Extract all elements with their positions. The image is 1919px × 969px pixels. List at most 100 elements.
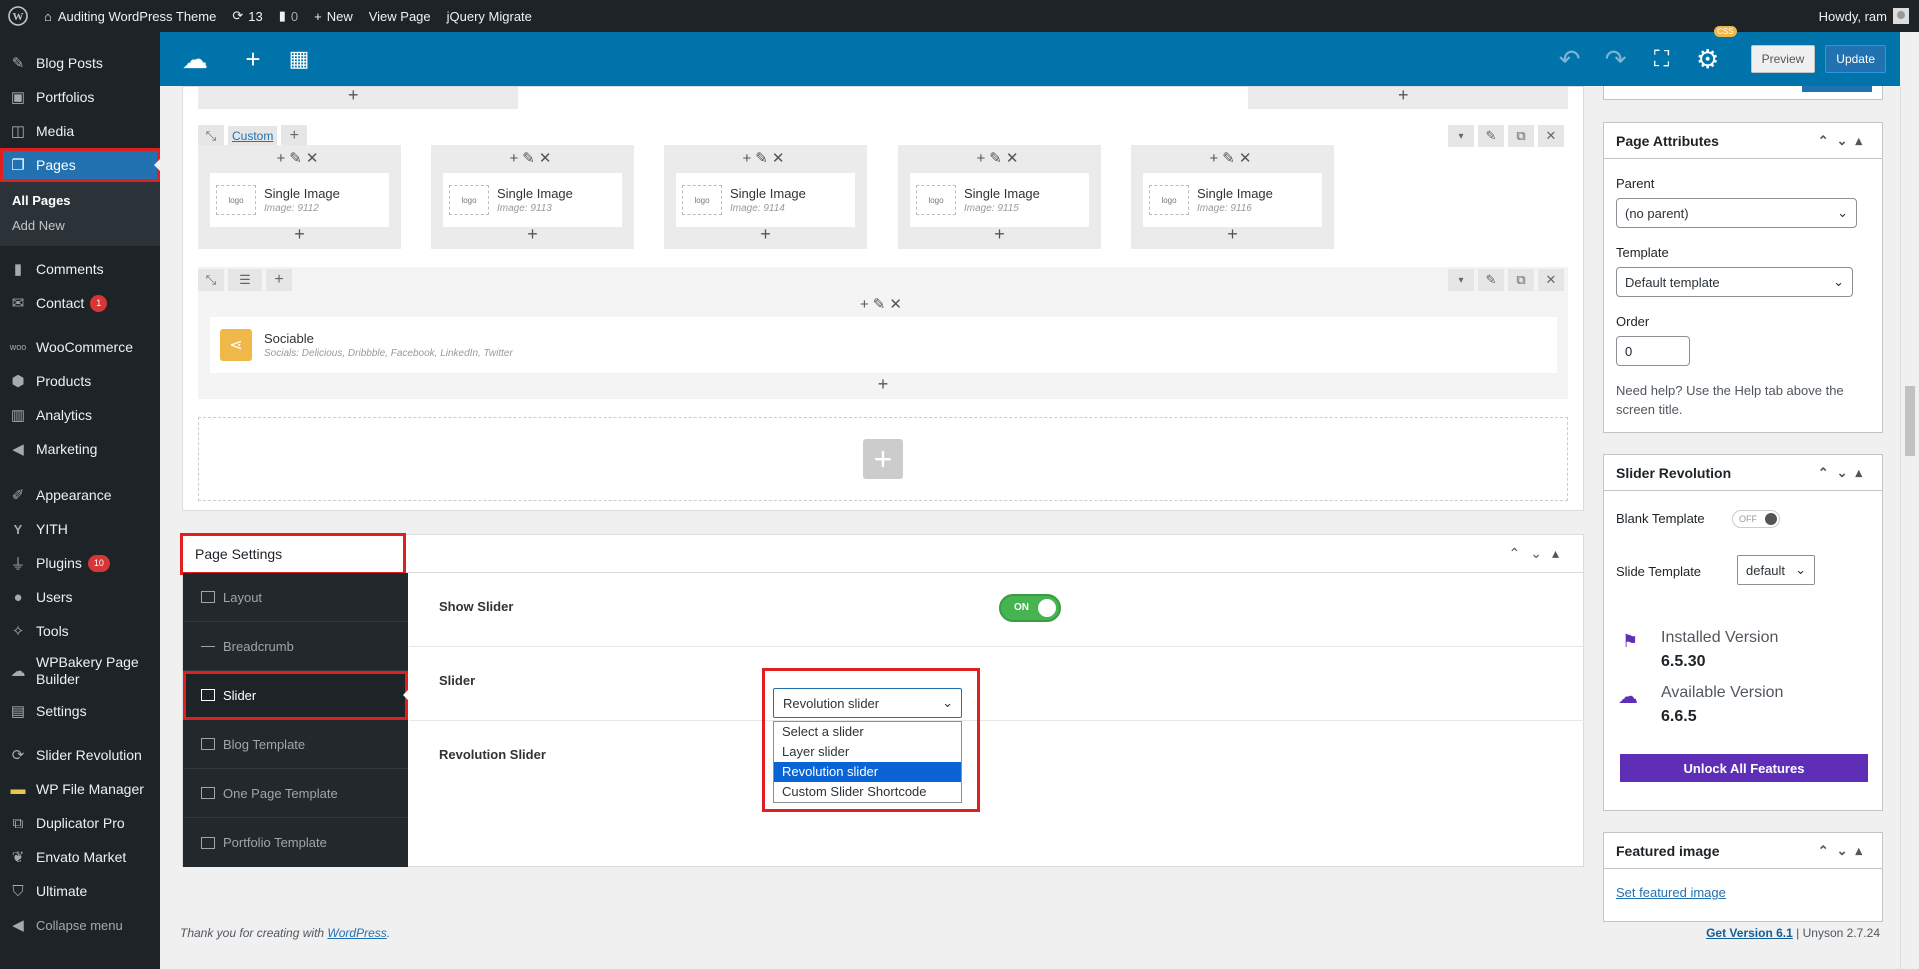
set-featured-image-link[interactable]: Set featured image [1616, 885, 1726, 900]
add-row-area[interactable]: + [198, 417, 1568, 501]
menu-analytics[interactable]: ▥ Analytics [0, 398, 160, 432]
page-settings-icon[interactable]: ⚙ CSS [1685, 26, 1737, 86]
slider-option[interactable]: Select a slider [774, 722, 961, 742]
menu-blog-posts[interactable]: ✎ Blog Posts [0, 46, 160, 80]
get-version-link[interactable]: Get Version 6.1 [1706, 926, 1793, 940]
new-content-link[interactable]: + New [306, 0, 361, 32]
fullscreen-icon[interactable]: ⛶ [1639, 32, 1685, 86]
add-element-icon[interactable]: + [898, 224, 1101, 245]
nav-layout[interactable]: Layout [183, 573, 408, 622]
clone-row-icon[interactable]: ⧉ [1508, 125, 1534, 147]
menu-portfolios[interactable]: ▣ Portfolios [0, 80, 160, 114]
clone-row-icon[interactable]: ⧉ [1508, 269, 1534, 291]
menu-envato-market[interactable]: ❦ Envato Market [0, 840, 160, 874]
collapse-menu-button[interactable]: ◀ Collapse menu [0, 908, 160, 942]
custom-layout-link[interactable]: Custom [228, 126, 278, 146]
layout-icon[interactable]: ☰ [228, 269, 262, 291]
scrollbar-thumb[interactable] [1905, 386, 1915, 456]
add-column-icon[interactable]: + [281, 125, 308, 147]
add-element-button[interactable]: + [230, 32, 276, 86]
delete-row-icon[interactable]: ✕ [1538, 269, 1564, 291]
single-image-element[interactable]: logo Single Image Image: 9114 [676, 173, 855, 227]
parent-select[interactable]: (no parent) ⌄ [1616, 198, 1857, 228]
comments-link[interactable]: ▮ 0 [271, 0, 306, 32]
submenu-add-new[interactable]: Add New [0, 213, 160, 238]
slider-select[interactable]: Revolution slider ⌄ [773, 688, 962, 718]
panel-order-arrows[interactable]: ⌃⌄▴ [1509, 545, 1570, 562]
edit-row-icon[interactable]: ✎ [1478, 125, 1504, 147]
move-row-icon[interactable]: ⤡ [198, 269, 224, 291]
slider-option[interactable]: Layer slider [774, 742, 961, 762]
column-controls[interactable]: +✎✕ [664, 149, 867, 167]
unlock-all-features-button[interactable]: Unlock All Features [1620, 754, 1868, 782]
menu-comments[interactable]: ▮ Comments [0, 252, 160, 286]
box-order-arrows[interactable]: ⌃⌄▴ [1818, 133, 1870, 149]
menu-marketing[interactable]: ◀ Marketing [0, 432, 160, 466]
toggle-row-icon[interactable]: ▾ [1448, 125, 1474, 147]
wordpress-link[interactable]: WordPress [327, 926, 386, 940]
page-scrollbar[interactable] [1900, 86, 1919, 969]
nav-breadcrumb[interactable]: Breadcrumb [183, 622, 408, 671]
submenu-all-pages[interactable]: All Pages [0, 188, 160, 213]
move-row-icon[interactable]: ⤡ [198, 125, 224, 147]
add-element-icon[interactable]: + [664, 224, 867, 245]
add-row-plus-icon[interactable]: + [863, 439, 903, 479]
menu-pages[interactable]: ❐ Pages [0, 148, 160, 182]
menu-slider-revolution[interactable]: ⟳ Slider Revolution [0, 738, 160, 772]
menu-settings[interactable]: ▤ Settings [0, 694, 160, 728]
add-element-icon[interactable]: + [198, 224, 401, 245]
menu-yith[interactable]: Y YITH [0, 512, 160, 546]
publish-button-edge[interactable] [1802, 86, 1872, 92]
add-element-icon[interactable]: + [348, 87, 359, 106]
menu-woocommerce[interactable]: woo WooCommerce [0, 330, 160, 364]
box-order-arrows[interactable]: ⌃⌄▴ [1818, 465, 1870, 481]
nav-slider[interactable]: Slider [183, 671, 408, 720]
redo-icon[interactable]: ↷ [1593, 32, 1639, 86]
show-slider-toggle[interactable]: ON [999, 594, 1061, 622]
menu-ultimate[interactable]: ⛉ Ultimate [0, 874, 160, 908]
updates-link[interactable]: ⟳ 13 [224, 0, 270, 32]
column-controls[interactable]: +✎✕ [198, 295, 1568, 313]
slider-revolution-header[interactable]: Slider Revolution ⌃⌄▴ [1604, 455, 1882, 491]
menu-products[interactable]: ⬢ Products [0, 364, 160, 398]
toggle-row-icon[interactable]: ▾ [1448, 269, 1474, 291]
delete-row-icon[interactable]: ✕ [1538, 125, 1564, 147]
template-select[interactable]: Default template ⌄ [1616, 267, 1853, 297]
featured-image-header[interactable]: Featured image ⌃⌄▴ [1604, 833, 1882, 869]
slide-template-select[interactable]: default ⌄ [1737, 555, 1815, 585]
menu-contact[interactable]: ✉ Contact 1 [0, 286, 160, 320]
column-controls[interactable]: +✎✕ [1131, 149, 1334, 167]
view-page-link[interactable]: View Page [361, 0, 439, 32]
single-image-element[interactable]: logo Single Image Image: 9113 [443, 173, 622, 227]
templates-icon[interactable]: ▦ [276, 32, 322, 86]
add-column-icon[interactable]: + [266, 269, 292, 291]
single-image-element[interactable]: logo Single Image Image: 9116 [1143, 173, 1322, 227]
box-order-arrows[interactable]: ⌃⌄▴ [1818, 843, 1870, 859]
menu-appearance[interactable]: ✐ Appearance [0, 478, 160, 512]
jquery-migrate-link[interactable]: jQuery Migrate [439, 0, 540, 32]
sociable-element[interactable]: ⋖ Sociable Socials: Delicious, Dribbble, … [210, 317, 1557, 373]
page-settings-title[interactable]: Page Settings [180, 533, 406, 575]
menu-wp-file-manager[interactable]: ▬ WP File Manager [0, 772, 160, 806]
undo-icon[interactable]: ↶ [1547, 32, 1593, 86]
column-controls[interactable]: +✎✕ [198, 149, 401, 167]
menu-duplicator-pro[interactable]: ⧉ Duplicator Pro [0, 806, 160, 840]
slider-option[interactable]: Custom Slider Shortcode [774, 782, 961, 802]
builder-logo-icon[interactable]: ☁ [160, 32, 230, 86]
add-element-icon[interactable]: + [1131, 224, 1334, 245]
single-image-element[interactable]: logo Single Image Image: 9112 [210, 173, 389, 227]
order-input[interactable]: 0 [1616, 336, 1690, 366]
edit-row-icon[interactable]: ✎ [1478, 269, 1504, 291]
add-element-icon[interactable]: + [431, 224, 634, 245]
update-button[interactable]: Update [1825, 45, 1886, 73]
menu-plugins[interactable]: ⏚ Plugins 10 [0, 546, 160, 580]
slider-option-selected[interactable]: Revolution slider [774, 762, 961, 782]
site-name-link[interactable]: ⌂ Auditing WordPress Theme [36, 0, 224, 32]
menu-media[interactable]: ◫ Media [0, 114, 160, 148]
add-element-icon[interactable]: + [1398, 87, 1409, 106]
nav-portfolio-template[interactable]: Portfolio Template [183, 818, 408, 867]
page-attributes-header[interactable]: Page Attributes ⌃⌄▴ [1604, 123, 1882, 159]
nav-blog-template[interactable]: Blog Template [183, 720, 408, 769]
column-controls[interactable]: +✎✕ [898, 149, 1101, 167]
blank-template-toggle[interactable]: OFF [1732, 510, 1780, 528]
